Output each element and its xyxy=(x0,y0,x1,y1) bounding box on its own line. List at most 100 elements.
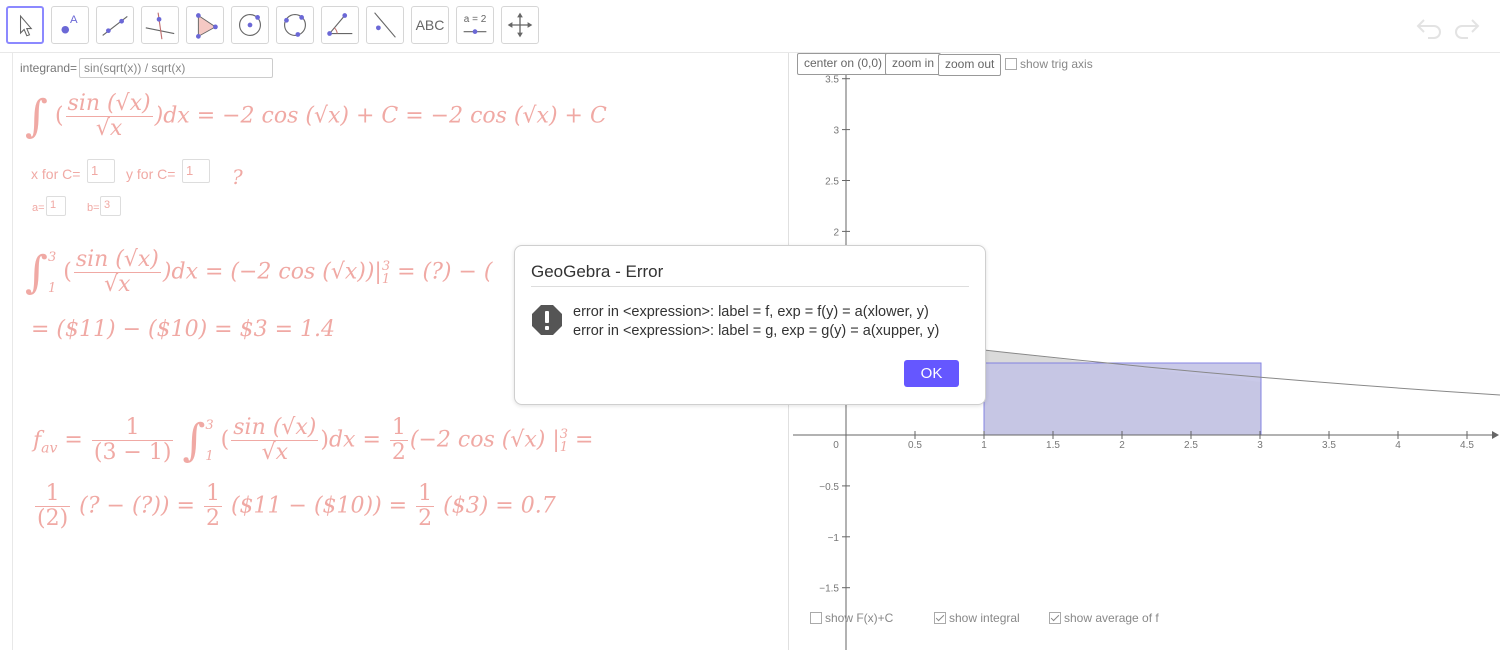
x-for-c-input[interactable]: 1 xyxy=(87,159,115,183)
perpendicular-line-icon xyxy=(145,12,175,40)
half-fraction: 12 xyxy=(203,481,222,532)
bar-limits: 31 xyxy=(560,428,568,454)
ok-button[interactable]: OK xyxy=(904,360,959,387)
dialog-divider xyxy=(531,286,969,287)
point-tool-button[interactable]: A xyxy=(51,6,89,44)
antiderivative-result: )dx = −2 cos (√x) + C = −2 cos (√x) + C xyxy=(154,103,607,129)
upper-limit: 3 xyxy=(47,249,57,265)
a-input[interactable]: 1 xyxy=(46,196,66,216)
error-message: error in <expression>: label = f, exp = … xyxy=(573,303,939,341)
redo-icon[interactable] xyxy=(1452,14,1482,40)
show-integral-checkbox[interactable]: show integral xyxy=(934,611,1020,625)
average-evaluation: (−2 cos (√x) | xyxy=(409,427,560,453)
checkbox-label: show integral xyxy=(949,611,1020,625)
y-tick-label: −1.5 xyxy=(819,584,839,595)
y-tick-label: −0.5 xyxy=(819,482,839,493)
frac-den: 2 xyxy=(418,506,433,532)
line-through-points-icon xyxy=(102,16,128,36)
y-for-c-label: y for C= xyxy=(126,166,176,182)
center-origin-button[interactable]: center on (0,0) xyxy=(797,53,890,75)
bar-lower: 1 xyxy=(381,271,391,287)
integral-limits: 31 xyxy=(205,419,213,463)
integrand-label: integrand= xyxy=(20,61,78,75)
average-value-equation: fav = 1 (3 − 1) ∫ 3 1 (sin (√x) √x)dx = 1 2 (−… xyxy=(33,414,594,466)
bar-lower: 1 xyxy=(559,439,569,455)
x-tick-label: 4 xyxy=(1395,440,1401,451)
checkbox[interactable] xyxy=(934,612,946,624)
fraction-numerator: sin (√x) xyxy=(231,414,319,441)
move-graphics-tool-button[interactable] xyxy=(501,6,539,44)
one-over-two-fraction: 1 (2) xyxy=(35,481,71,532)
bar-upper: 3 xyxy=(381,258,391,274)
frac-num: 1 xyxy=(35,481,71,508)
perpendicular-tool-button[interactable] xyxy=(141,6,179,44)
move-tool-button[interactable] xyxy=(6,6,44,44)
frac-num: 1 xyxy=(203,481,222,508)
checkbox[interactable] xyxy=(1049,612,1061,624)
upper-limit: 3 xyxy=(205,417,214,433)
conic-tool-button[interactable] xyxy=(276,6,314,44)
av-subscript: av xyxy=(41,439,58,456)
fraction-denominator: √x xyxy=(261,440,289,465)
circle-tool-button[interactable] xyxy=(231,6,269,44)
antiderivative-equation: ∫ (sin (√x) √x)dx = −2 cos (√x) + C = −2 … xyxy=(25,90,607,142)
x-for-c-label: x for C= xyxy=(31,166,81,182)
bar-limits: 31 xyxy=(382,260,390,286)
line-tool-button[interactable] xyxy=(96,6,134,44)
integral-sign: ∫ xyxy=(25,91,48,142)
lower-limit: 1 xyxy=(205,448,214,464)
checkbox-label: show average of f xyxy=(1064,611,1159,625)
y-for-c-input[interactable]: 1 xyxy=(182,159,210,183)
svg-text:A: A xyxy=(70,14,78,26)
half-fraction: 12 xyxy=(416,481,435,532)
evaluation-bar: )dx = (−2 cos (√x))| xyxy=(162,259,382,285)
average-denominator: (3 − 1) xyxy=(93,440,172,465)
y-tick-label: 3.5 xyxy=(825,75,839,86)
show-average-checkbox[interactable]: show average of f xyxy=(1049,611,1159,625)
slider-icon xyxy=(463,29,487,34)
x-tick-label: 1 xyxy=(981,440,987,451)
error-line-1: error in <expression>: label = f, exp = … xyxy=(573,304,929,320)
integrand-input[interactable]: sin(sqrt(x)) / sqrt(x) xyxy=(79,58,274,78)
error-octagon-icon xyxy=(532,305,562,335)
lower-limit: 1 xyxy=(47,280,57,296)
average-value-result: 1 (2) (? − (?)) = 12 ($11 − ($10)) = 12 (… xyxy=(33,481,556,532)
integrand-fraction: sin (√x) √x xyxy=(73,246,161,297)
frac-den: 2 xyxy=(205,506,220,532)
integral-sign: ∫ xyxy=(25,247,48,298)
fraction-numerator: sin (√x) xyxy=(73,246,161,273)
fraction-denominator: √x xyxy=(95,116,123,141)
average-fraction: 1 (3 − 1) xyxy=(91,415,174,465)
frac-den: (2) xyxy=(37,506,69,532)
b-input[interactable]: 3 xyxy=(100,196,121,216)
text-tool-button[interactable]: ABC xyxy=(411,6,449,44)
x-tick-label: 4.5 xyxy=(1460,440,1474,451)
polygon-tool-button[interactable] xyxy=(186,6,224,44)
integral-sign: ∫ xyxy=(182,415,206,466)
x-tick-label: 0 xyxy=(833,440,839,451)
point-icon: A xyxy=(61,14,78,34)
show-trig-axis-checkbox[interactable]: show trig axis xyxy=(1005,57,1093,71)
frac-num: 1 xyxy=(416,481,435,508)
show-fx-checkbox[interactable]: show F(x)+C xyxy=(810,611,893,625)
move-arrows-icon xyxy=(507,12,533,38)
reflect-tool-button[interactable] xyxy=(366,6,404,44)
x-tick-label: 1.5 xyxy=(1046,440,1060,451)
angle-tool-button[interactable] xyxy=(321,6,359,44)
result-part-3: ($3) = 0.7 xyxy=(443,493,556,519)
error-line-2: error in <expression>: label = g, exp = … xyxy=(573,323,940,339)
y-tick-label: 2 xyxy=(833,227,839,238)
circle-center-point-icon xyxy=(239,14,261,36)
zoom-in-button[interactable]: zoom in xyxy=(885,53,942,75)
circle-three-points-icon xyxy=(284,14,306,37)
x-tick-label: 0.5 xyxy=(908,440,922,451)
zoom-out-button[interactable]: zoom out xyxy=(938,54,1002,76)
undo-icon[interactable] xyxy=(1414,14,1444,40)
slider-tool-button[interactable]: a = 2 xyxy=(456,6,494,44)
polygon-icon xyxy=(196,13,218,39)
x-tick-label: 3.5 xyxy=(1322,440,1336,451)
checkbox[interactable] xyxy=(1005,58,1017,70)
y-tick-label: 2.5 xyxy=(825,177,839,188)
checkbox[interactable] xyxy=(810,612,822,624)
half-numerator: 1 xyxy=(389,414,408,441)
